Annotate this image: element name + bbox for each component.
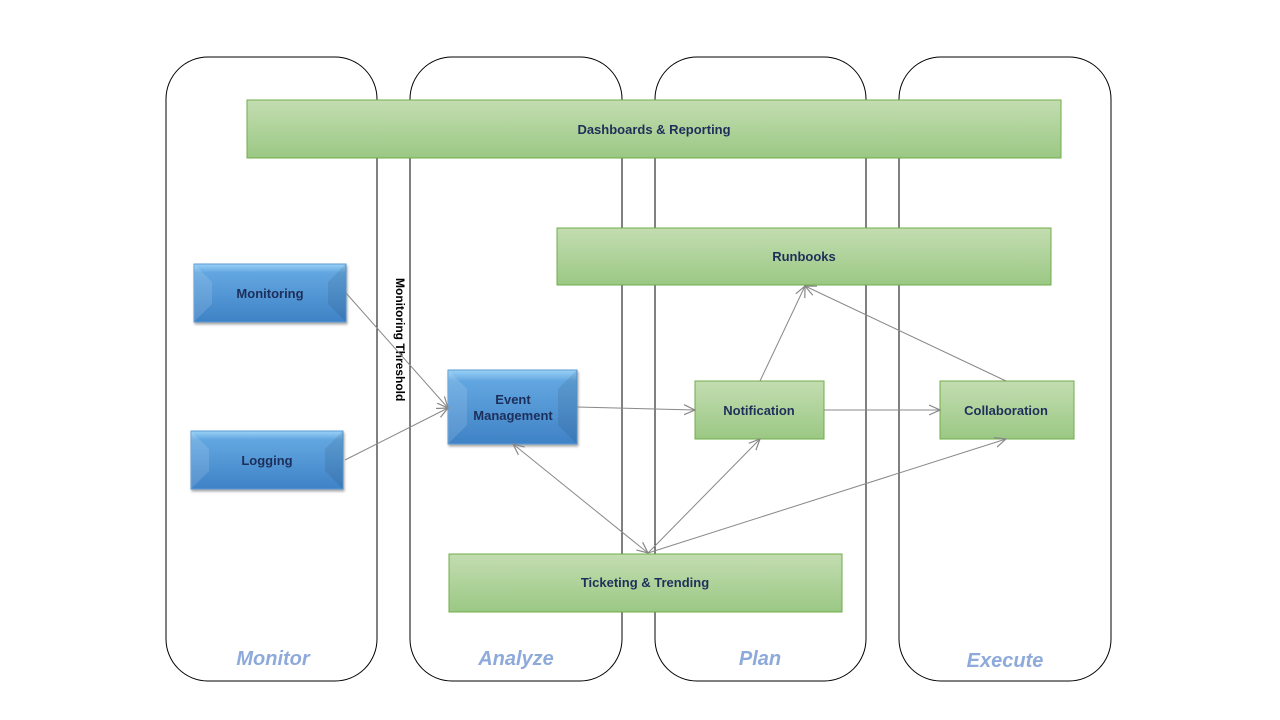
arrow-event-ticketing: [513, 444, 648, 553]
monitoring-threshold-label: Monitoring Threshold: [393, 278, 407, 401]
runbooks-label: Runbooks: [772, 249, 836, 264]
lane-label-plan: Plan: [739, 648, 781, 670]
monitoring-box: Monitoring: [193, 263, 347, 323]
collaboration-box: Collaboration: [939, 380, 1075, 440]
lane-label-analyze: Analyze: [477, 648, 554, 670]
arrow-collaboration-to-runbooks: [805, 286, 1007, 382]
arrow-notification-to-runbooks: [759, 286, 805, 382]
monitoring-label: Monitoring: [236, 286, 303, 301]
ticketing-label: Ticketing & Trending: [581, 575, 709, 590]
lane-label-execute: Execute: [967, 650, 1044, 672]
dashboards-reporting-box: Dashboards & Reporting: [246, 99, 1062, 159]
arrow-ticketing-to-notification: [647, 439, 760, 554]
lane-label-monitor: Monitor: [236, 648, 311, 670]
logging-box: Logging: [190, 430, 344, 490]
dashboards-label: Dashboards & Reporting: [577, 122, 730, 137]
arrow-ticketing-to-collaboration: [647, 439, 1006, 554]
event-management-box: Event Management: [447, 369, 578, 445]
logging-label: Logging: [241, 453, 292, 468]
ticketing-trending-box: Ticketing & Trending: [448, 553, 843, 613]
event-management-label-line1: Event: [495, 392, 531, 407]
diagram-canvas: Monitor Analyze Plan Execute Dashboards …: [165, 56, 1112, 682]
event-management-label-line2: Management: [473, 408, 553, 423]
collaboration-label: Collaboration: [964, 403, 1048, 418]
notification-box: Notification: [694, 380, 825, 440]
arrow-logging-to-event: [344, 408, 448, 461]
runbooks-box: Runbooks: [556, 227, 1052, 286]
arrow-event-to-notification: [576, 407, 695, 410]
notification-label: Notification: [723, 403, 795, 418]
